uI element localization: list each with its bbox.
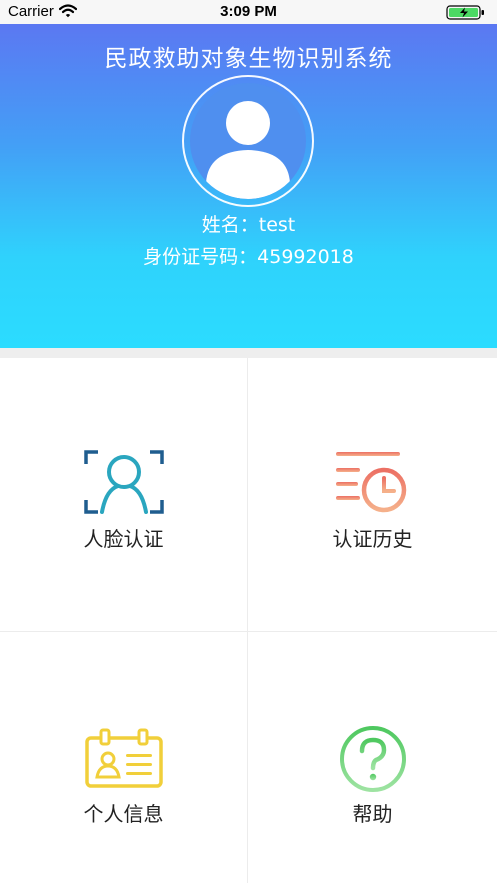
personal-info-label: 个人信息: [83, 802, 164, 826]
face-scan-icon: [84, 450, 164, 514]
avatar-silhouette: [206, 101, 290, 199]
verify-history-button[interactable]: 认证历史: [248, 358, 497, 632]
avatar-ring: [182, 75, 314, 207]
id-value: 45992018: [257, 246, 354, 268]
user-id-line: 身份证号码：45992018: [0, 242, 497, 269]
face-verify-button[interactable]: 人脸认证: [0, 358, 248, 632]
help-label: 帮助: [352, 802, 393, 826]
profile-header: 民政救助对象生物识别系统 姓名：test 身份证号码：45992018: [0, 24, 497, 348]
user-avatar-icon[interactable]: [190, 83, 306, 199]
user-name-line: 姓名：test: [0, 210, 497, 237]
verify-history-label: 认证历史: [332, 527, 413, 551]
name-value: test: [258, 214, 296, 236]
status-time: 3:09 PM: [220, 3, 277, 20]
status-bar: Carrier 3:09 PM: [0, 0, 497, 24]
app-title: 民政救助对象生物识别系统: [104, 46, 393, 72]
personal-info-button[interactable]: 个人信息: [0, 632, 248, 883]
name-label: 姓名：: [201, 214, 259, 236]
face-verify-label: 人脸认证: [83, 527, 164, 551]
battery-charging-icon: [446, 5, 484, 20]
help-question-icon: [340, 726, 406, 792]
menu-grid: 人脸认证 认证历史 个人信息 帮助: [0, 358, 497, 883]
id-label: 身份证号码：: [143, 246, 258, 268]
history-clock-icon: [336, 452, 407, 513]
id-card-icon: [85, 728, 163, 788]
help-button[interactable]: 帮助: [248, 632, 497, 883]
section-divider: [0, 348, 497, 358]
